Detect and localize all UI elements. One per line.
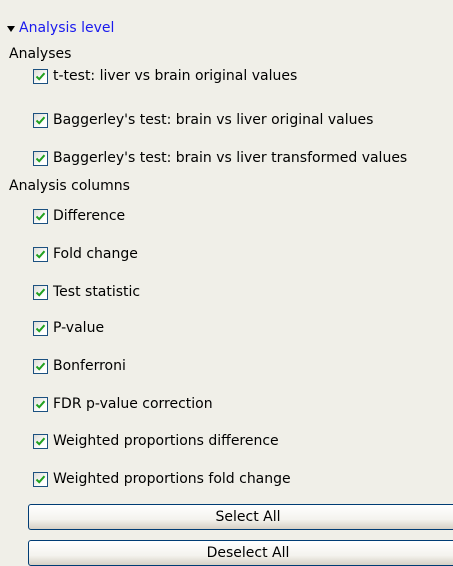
checkbox-label: Test statistic (53, 284, 141, 300)
checkbox-label: Weighted proportions difference (53, 433, 279, 449)
checkbox-row-column-difference[interactable]: Difference (33, 206, 125, 226)
checkmark-icon (35, 475, 46, 484)
checkbox-column-p-value[interactable] (33, 320, 48, 336)
analysis-columns-label: Analysis columns (9, 178, 130, 194)
checkbox-column-weighted-diff[interactable] (33, 433, 48, 449)
checkbox-column-difference[interactable] (33, 208, 48, 224)
checkmark-icon (35, 324, 46, 333)
checkbox-column-fdr[interactable] (33, 396, 48, 412)
checkmark-icon (35, 288, 46, 297)
checkmark-icon (35, 72, 46, 81)
checkmark-icon (35, 154, 46, 163)
checkbox-label: P-value (53, 320, 105, 336)
checkbox-row-analysis-ttest[interactable]: t-test: liver vs brain original values (33, 66, 297, 86)
checkmark-icon (35, 212, 46, 221)
checkbox-label: Baggerley's test: brain vs liver transfo… (53, 150, 408, 166)
checkbox-row-column-test-statistic[interactable]: Test statistic (33, 282, 140, 302)
checkmark-icon (35, 437, 46, 446)
checkbox-row-analysis-baggerley-transformed[interactable]: Baggerley's test: brain vs liver transfo… (33, 148, 407, 168)
checkbox-row-column-fdr[interactable]: FDR p-value correction (33, 394, 213, 414)
checkmark-icon (35, 362, 46, 371)
checkbox-row-column-weighted-fold[interactable]: Weighted proportions fold change (33, 469, 291, 489)
checkbox-label: t-test: liver vs brain original values (53, 68, 298, 84)
checkbox-label: FDR p-value correction (53, 396, 213, 412)
checkbox-column-test-statistic[interactable] (33, 284, 48, 300)
checkmark-icon (35, 400, 46, 409)
checkbox-analysis-baggerley-original[interactable] (33, 112, 48, 128)
triangle-down-icon (7, 25, 15, 32)
deselect-all-button[interactable]: Deselect All (28, 540, 453, 566)
checkbox-label: Fold change (53, 246, 138, 262)
analysis-level-panel: Analysis level Analyses t-test: liver vs… (0, 0, 453, 566)
checkbox-label: Bonferroni (53, 358, 126, 374)
select-all-button[interactable]: Select All (28, 504, 453, 530)
checkbox-analysis-baggerley-transformed[interactable] (33, 150, 48, 166)
checkmark-icon (35, 250, 46, 259)
checkbox-analysis-ttest[interactable] (33, 68, 48, 84)
checkbox-row-column-weighted-diff[interactable]: Weighted proportions difference (33, 431, 279, 451)
checkbox-label: Difference (53, 208, 126, 224)
checkbox-row-column-fold-change[interactable]: Fold change (33, 244, 138, 264)
analysis-level-title: Analysis level (19, 20, 115, 36)
checkbox-row-analysis-baggerley-original[interactable]: Baggerley's test: brain vs liver origina… (33, 110, 373, 130)
checkbox-row-column-p-value[interactable]: P-value (33, 318, 104, 338)
analysis-level-toggle[interactable]: Analysis level (7, 18, 114, 38)
checkbox-column-bonferroni[interactable] (33, 358, 48, 374)
checkmark-icon (35, 116, 46, 125)
checkbox-column-fold-change[interactable] (33, 246, 48, 262)
checkbox-row-column-bonferroni[interactable]: Bonferroni (33, 356, 126, 376)
checkbox-column-weighted-fold[interactable] (33, 471, 48, 487)
checkbox-label: Baggerley's test: brain vs liver origina… (53, 112, 374, 128)
checkbox-label: Weighted proportions fold change (53, 471, 291, 487)
analyses-label: Analyses (9, 46, 72, 62)
